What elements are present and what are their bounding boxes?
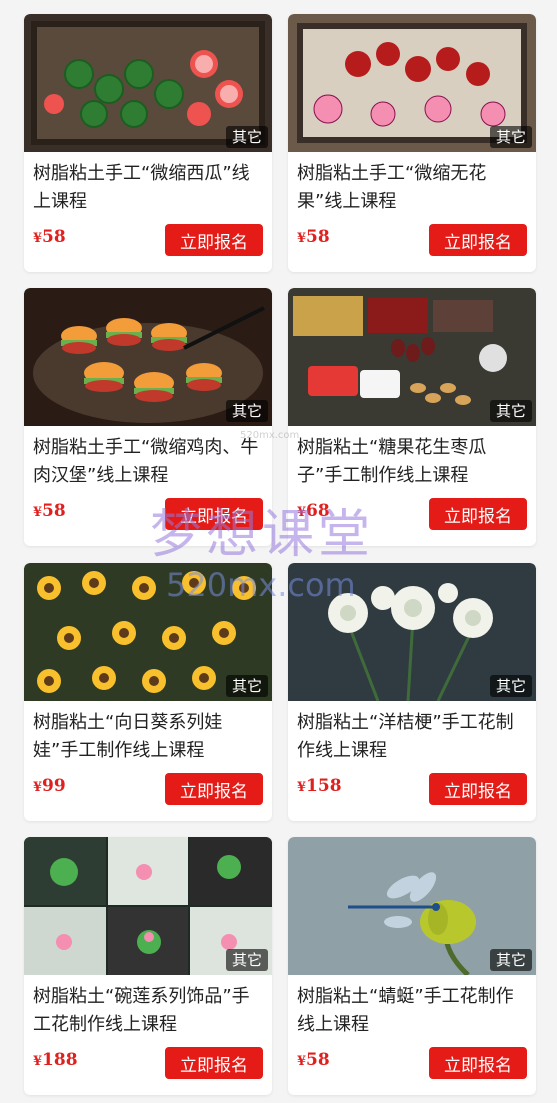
course-thumbnail[interactable]: 其它 (288, 288, 536, 426)
currency-symbol: ¥ (297, 231, 307, 246)
course-title[interactable]: 树脂粘土手工“微缩无花果”线上课程 (297, 160, 529, 216)
enroll-button[interactable]: 立即报名 (429, 773, 527, 805)
course-card[interactable]: 其它 树脂粘土手工“微缩无花果”线上课程 ¥58 立即报名 (288, 14, 536, 272)
course-thumbnail[interactable]: 其它 (288, 14, 536, 152)
price-value: 58 (42, 227, 66, 247)
course-card[interactable]: 其它 树脂粘土手工“微缩西瓜”线上课程 ¥58 立即报名 (24, 14, 272, 272)
category-tag: 其它 (489, 675, 532, 697)
category-tag: 其它 (225, 400, 268, 422)
course-title[interactable]: 树脂粘土“碗莲系列饰品”手工花制作线上课程 (33, 983, 265, 1039)
course-title[interactable]: 树脂粘土“蜻蜓”手工花制作线上课程 (297, 983, 529, 1039)
price-value: 158 (306, 776, 342, 796)
currency-symbol: ¥ (33, 231, 43, 246)
course-thumbnail[interactable]: 其它 (24, 837, 272, 975)
price-value: 99 (42, 776, 66, 796)
currency-symbol: ¥ (33, 1054, 43, 1069)
course-price: ¥188 (33, 1050, 78, 1070)
course-thumbnail[interactable]: 其它 (24, 14, 272, 152)
category-tag: 其它 (489, 126, 532, 148)
currency-symbol: ¥ (297, 505, 307, 520)
course-grid: 其它 树脂粘土手工“微缩西瓜”线上课程 ¥58 立即报名 其它 树脂粘土手工“微… (0, 0, 557, 1103)
course-price: ¥58 (297, 1050, 330, 1070)
currency-symbol: ¥ (297, 780, 307, 795)
course-title[interactable]: 树脂粘土手工“微缩西瓜”线上课程 (33, 160, 265, 216)
course-price: ¥68 (297, 501, 330, 521)
enroll-button[interactable]: 立即报名 (165, 1047, 263, 1079)
course-price: ¥58 (33, 501, 66, 521)
course-thumbnail[interactable]: 其它 (288, 837, 536, 975)
course-thumbnail[interactable]: 其它 (24, 563, 272, 701)
price-value: 58 (42, 501, 66, 521)
course-price: ¥158 (297, 776, 342, 796)
course-title[interactable]: 树脂粘土手工“微缩鸡肉、牛肉汉堡”线上课程 (33, 434, 265, 490)
enroll-button[interactable]: 立即报名 (165, 224, 263, 256)
enroll-button[interactable]: 立即报名 (429, 498, 527, 530)
category-tag: 其它 (225, 949, 268, 971)
price-value: 68 (306, 501, 330, 521)
course-card[interactable]: 其它 树脂粘土“蜻蜓”手工花制作线上课程 ¥58 立即报名 (288, 837, 536, 1095)
course-thumbnail[interactable]: 其它 (288, 563, 536, 701)
category-tag: 其它 (225, 126, 268, 148)
enroll-button[interactable]: 立即报名 (165, 773, 263, 805)
course-card[interactable]: 其它 树脂粘土“糖果花生枣瓜子”手工制作线上课程 ¥68 立即报名 (288, 288, 536, 546)
category-tag: 其它 (489, 949, 532, 971)
currency-symbol: ¥ (33, 780, 43, 795)
currency-symbol: ¥ (33, 505, 43, 520)
course-card[interactable]: 其它 树脂粘土“碗莲系列饰品”手工花制作线上课程 ¥188 立即报名 (24, 837, 272, 1095)
course-title[interactable]: 树脂粘土“向日葵系列娃娃”手工制作线上课程 (33, 709, 265, 765)
course-title[interactable]: 树脂粘土“糖果花生枣瓜子”手工制作线上课程 (297, 434, 529, 490)
course-title[interactable]: 树脂粘土“洋桔梗”手工花制作线上课程 (297, 709, 529, 765)
enroll-button[interactable]: 立即报名 (165, 498, 263, 530)
course-thumbnail[interactable]: 其它 (24, 288, 272, 426)
course-card[interactable]: 其它 树脂粘土“洋桔梗”手工花制作线上课程 ¥158 立即报名 (288, 563, 536, 821)
course-card[interactable]: 其它 树脂粘土手工“微缩鸡肉、牛肉汉堡”线上课程 ¥58 立即报名 (24, 288, 272, 546)
price-value: 58 (306, 227, 330, 247)
price-value: 58 (306, 1050, 330, 1070)
enroll-button[interactable]: 立即报名 (429, 224, 527, 256)
course-card[interactable]: 其它 树脂粘土“向日葵系列娃娃”手工制作线上课程 ¥99 立即报名 (24, 563, 272, 821)
enroll-button[interactable]: 立即报名 (429, 1047, 527, 1079)
price-value: 188 (42, 1050, 78, 1070)
course-price: ¥58 (297, 227, 330, 247)
course-price: ¥58 (33, 227, 66, 247)
currency-symbol: ¥ (297, 1054, 307, 1069)
category-tag: 其它 (225, 675, 268, 697)
course-price: ¥99 (33, 776, 66, 796)
category-tag: 其它 (489, 400, 532, 422)
